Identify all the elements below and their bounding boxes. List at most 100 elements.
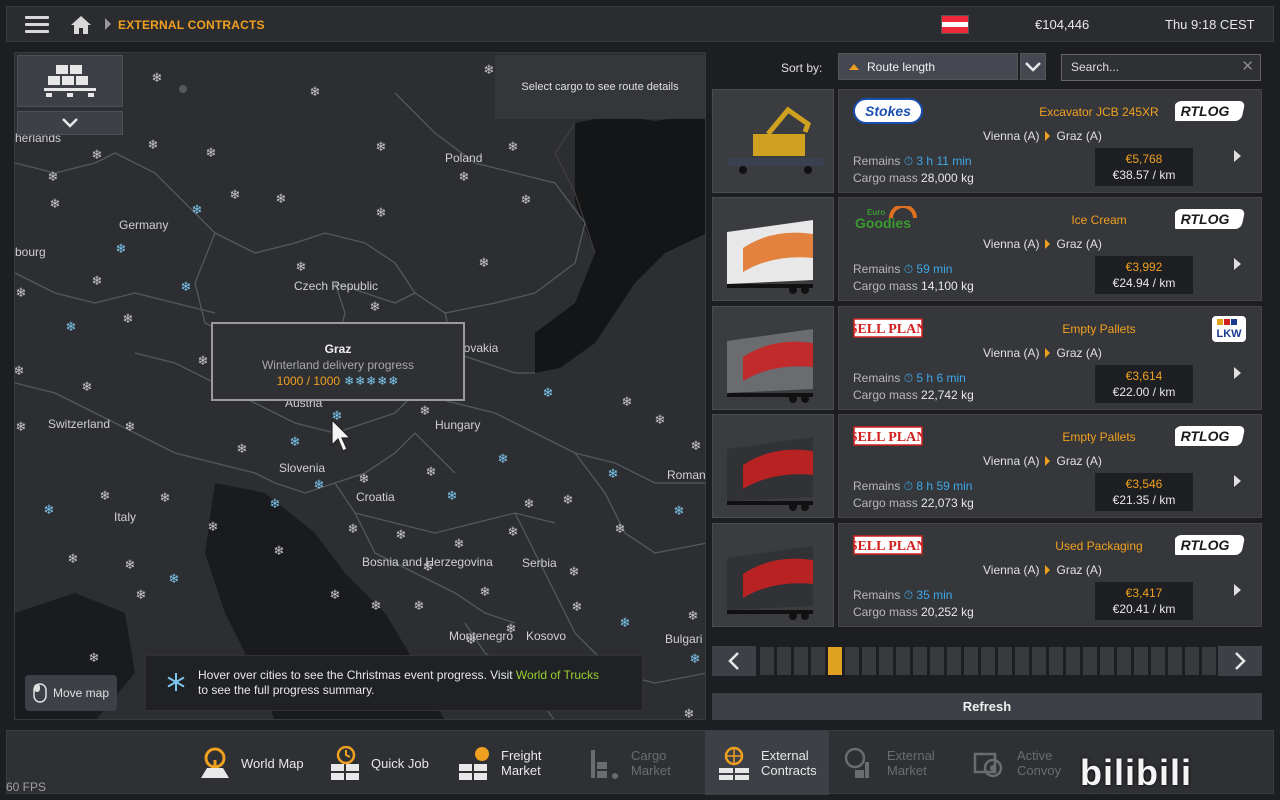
page-indicator[interactable]	[811, 647, 825, 675]
page-indicator[interactable]	[1117, 647, 1131, 675]
chevron-right-icon[interactable]	[1234, 367, 1241, 379]
map-filter-button[interactable]	[17, 55, 123, 107]
external-market-icon	[844, 747, 869, 778]
collapse-button[interactable]	[17, 111, 123, 135]
page-indicator[interactable]	[1066, 647, 1080, 675]
country-label: Germany	[119, 218, 169, 232]
svg-text:❄: ❄	[563, 493, 574, 508]
active-convoy-icon	[973, 752, 1003, 778]
page-indicator[interactable]	[981, 647, 995, 675]
svg-text:❄: ❄	[691, 439, 702, 454]
remaining-value: 59 min	[916, 262, 953, 276]
job-info[interactable]: Stokes Excavator JCB 245XR RTLOG Vienna …	[838, 89, 1262, 193]
job-route: Vienna (A) Graz (A)	[983, 129, 1102, 143]
home-icon[interactable]	[69, 13, 93, 37]
job-info[interactable]: Goodies Euro Ice Cream RTLOG Vienna (A) Gr…	[838, 197, 1262, 301]
nav-freight-market[interactable]: Freight Market	[457, 731, 541, 795]
svg-text:❄: ❄	[543, 386, 554, 401]
sort-dropdown-button[interactable]	[1020, 53, 1046, 80]
job-info[interactable]: SELL PLAN Empty Pallets RTLOG Vienna (A)…	[838, 414, 1262, 518]
page-indicator[interactable]	[1168, 647, 1182, 675]
map-panel[interactable]: ❄ ❄ ❄ ❄ ❄ ❄ ❄ ❄ ❄ ❄ ❄ ❄ ❄ ❄ ❄ ❄ ❄ ❄ ❄ ❄ ❄ ❄ ❄ ❄ ❄ ❄ ❄ ❄ ❄ ❄ …	[14, 52, 706, 720]
page-indicator[interactable]	[964, 647, 978, 675]
page-indicator[interactable]	[998, 647, 1012, 675]
route-to: Graz (A)	[1056, 454, 1102, 468]
job-info[interactable]: SELL PLAN Used Packaging RTLOG Vienna (A…	[838, 523, 1262, 627]
page-indicator[interactable]	[896, 647, 910, 675]
svg-text:❄: ❄	[100, 489, 111, 504]
sort-select[interactable]: Route length	[838, 53, 1018, 80]
clear-icon[interactable]: ✕	[1241, 59, 1254, 75]
page-indicator[interactable]	[1083, 647, 1097, 675]
svg-text:❄: ❄	[274, 544, 285, 559]
breadcrumb: EXTERNAL CONTRACTS	[118, 18, 265, 32]
page-indicator[interactable]	[1032, 647, 1046, 675]
page-indicator[interactable]	[777, 647, 791, 675]
page-indicator[interactable]	[1049, 647, 1063, 675]
job-card[interactable]: SELL PLAN Empty Pallets RTLOG Vienna (A)…	[712, 414, 1262, 518]
world-of-trucks-link[interactable]: World of Trucks	[516, 668, 599, 682]
page-indicator[interactable]	[1202, 647, 1216, 675]
remaining-value: 35 min	[916, 588, 953, 602]
page-indicator[interactable]	[930, 647, 944, 675]
page-indicator[interactable]	[862, 647, 876, 675]
menu-icon[interactable]	[25, 16, 49, 34]
country-label: Poland	[445, 151, 483, 165]
event-text-2: to see the full progress summary.	[198, 683, 375, 697]
svg-text:❄: ❄	[116, 242, 127, 257]
search-placeholder: Search...	[1071, 60, 1120, 74]
route-arrow-icon	[1045, 456, 1051, 466]
trailer-thumbnail	[712, 414, 834, 518]
page-indicator[interactable]	[828, 647, 842, 675]
chevron-right-icon[interactable]	[1234, 475, 1241, 487]
job-card[interactable]: SELL PLAN Used Packaging RTLOG Vienna (A…	[712, 523, 1262, 627]
page-indicator[interactable]	[879, 647, 893, 675]
job-card[interactable]: Stokes Excavator JCB 245XR RTLOG Vienna …	[712, 89, 1262, 193]
page-indicator[interactable]	[1134, 647, 1148, 675]
svg-text:❄: ❄	[208, 520, 219, 535]
nav-cargo-market[interactable]: Cargo Market	[587, 731, 671, 795]
svg-text:❄: ❄	[192, 203, 203, 218]
tooltip-city: Graz	[324, 342, 352, 356]
freight-market-icon	[459, 747, 489, 780]
trailer-image	[727, 106, 823, 174]
page-indicator[interactable]	[1100, 647, 1114, 675]
nav-world-map[interactable]: World Map	[199, 731, 304, 795]
carrier-logo: RTLOG	[1175, 535, 1245, 555]
page-indicator[interactable]	[760, 647, 774, 675]
chevron-right-icon[interactable]	[1234, 150, 1241, 162]
nav-active-convoy[interactable]: Active Convoy	[973, 731, 1061, 795]
svg-text:❄: ❄	[521, 193, 532, 208]
mass-value: 20,252 kg	[921, 605, 974, 619]
svg-text:❄: ❄	[454, 537, 465, 552]
svg-text:RTLOG: RTLOG	[1181, 211, 1230, 227]
svg-text:❄: ❄	[270, 497, 281, 512]
next-page-button[interactable]	[1218, 646, 1262, 676]
svg-text:❄: ❄	[420, 404, 431, 419]
refresh-button[interactable]: Refresh	[712, 693, 1262, 720]
chevron-right-icon[interactable]	[1234, 258, 1241, 270]
nav-quick-job[interactable]: Quick Job	[329, 731, 429, 795]
page-indicator[interactable]	[1015, 647, 1029, 675]
city-tooltip: Graz Winterland delivery progress 1000 /…	[211, 322, 465, 401]
svg-text:❄: ❄	[160, 491, 171, 506]
nav-external-contracts[interactable]: External Contracts	[705, 731, 829, 795]
prev-page-button[interactable]	[712, 646, 756, 676]
job-card[interactable]: SELL PLAN Empty Pallets LKW Vienna (A) Gr…	[712, 306, 1262, 410]
mass-value: 14,100 kg	[921, 279, 974, 293]
search-input[interactable]: Search... ✕	[1061, 54, 1261, 81]
job-info[interactable]: SELL PLAN Empty Pallets LKW Vienna (A) Gr…	[838, 306, 1262, 410]
quick-job-icon	[331, 746, 359, 780]
country-label: Slovenia	[279, 461, 326, 475]
page-indicator[interactable]	[794, 647, 808, 675]
page-indicator[interactable]	[913, 647, 927, 675]
nav-external-market[interactable]: External Market	[843, 731, 935, 795]
page-indicator[interactable]	[845, 647, 859, 675]
event-info: Hover over cities to see the Christmas e…	[145, 655, 643, 711]
chevron-right-icon[interactable]	[1234, 584, 1241, 596]
page-indicator[interactable]	[1185, 647, 1199, 675]
page-indicator[interactable]	[947, 647, 961, 675]
svg-text:❄: ❄	[479, 256, 490, 271]
job-card[interactable]: Goodies Euro Ice Cream RTLOG Vienna (A) Gr…	[712, 197, 1262, 301]
page-indicator[interactable]	[1151, 647, 1165, 675]
